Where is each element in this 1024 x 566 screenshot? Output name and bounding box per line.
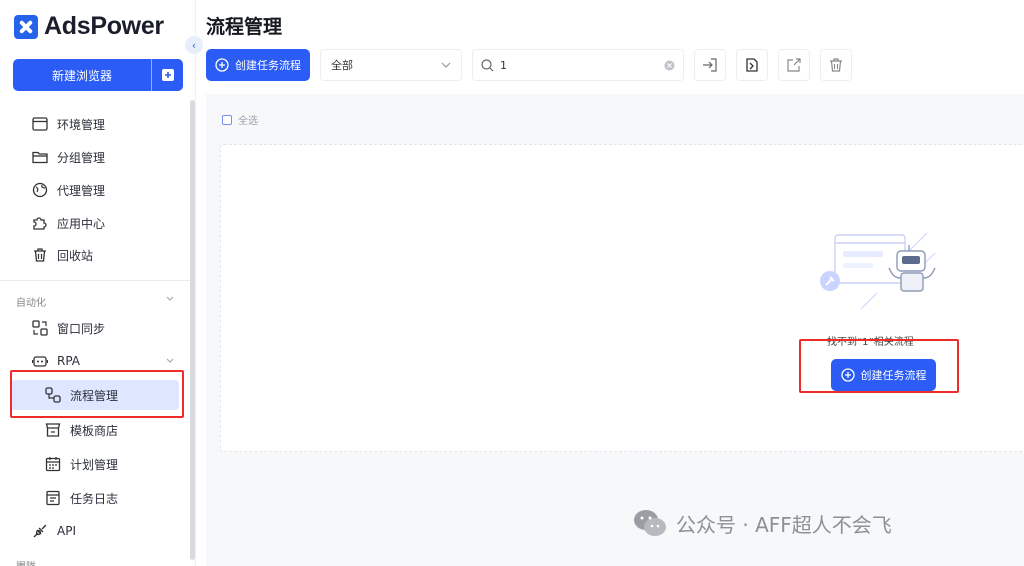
chevron-down-icon[interactable]: [166, 358, 174, 364]
sidebar-item-recycle-bin[interactable]: 回收站: [0, 241, 190, 269]
clear-icon[interactable]: [664, 60, 675, 71]
browser-window-icon: [32, 117, 48, 131]
select-all[interactable]: 全选: [222, 112, 258, 127]
import-from-file-button[interactable]: [736, 49, 768, 81]
search-icon: [481, 58, 494, 71]
sidebar-item-label: 代理管理: [57, 183, 106, 198]
new-browser-label[interactable]: 新建浏览器: [13, 59, 151, 91]
sidebar-scrollbar[interactable]: [190, 100, 195, 560]
sidebar: AdsPower 新建浏览器 环境管理 分组管理 代理管理 应用中心 回收站 自…: [0, 0, 196, 566]
store-icon: [45, 423, 61, 437]
brand-name: AdsPower: [44, 12, 164, 40]
puzzle-icon: [33, 217, 47, 230]
flow-list-area: 全选 找不到“1”相关流程 创建任务流程: [206, 94, 1024, 566]
file-import-icon: [746, 58, 758, 72]
chevron-down-icon[interactable]: [166, 296, 174, 302]
create-flow-button[interactable]: 创建任务流程: [206, 49, 310, 81]
log-icon: [46, 490, 60, 506]
calendar-icon: [45, 457, 61, 472]
sidebar-item-label: 模板商店: [70, 423, 119, 438]
collapse-sidebar-button[interactable]: ‹: [185, 36, 203, 54]
globe-icon: [32, 182, 48, 198]
sidebar-item-label: API: [57, 524, 76, 538]
sidebar-item-label: RPA: [57, 354, 81, 368]
app-window: AdsPower 新建浏览器 环境管理 分组管理 代理管理 应用中心 回收站 自…: [0, 0, 1024, 566]
sidebar-item-api[interactable]: API: [0, 517, 190, 545]
sidebar-item-schedule[interactable]: 计划管理: [0, 450, 190, 478]
team-section-title: 團隊: [16, 558, 36, 566]
sidebar-item-label: 窗口同步: [57, 321, 106, 336]
category-select[interactable]: 全部: [320, 49, 462, 81]
batch-add-icon[interactable]: [151, 59, 183, 91]
watermark-text: 公众号 · AFF超人不会飞: [676, 512, 892, 537]
trash-icon: [830, 58, 842, 72]
watermark: 公众号 · AFF超人不会飞: [632, 508, 892, 538]
robot-icon: [32, 356, 48, 367]
toolbar: 创建任务流程 全部 1: [206, 49, 852, 81]
sidebar-item-label: 计划管理: [70, 457, 119, 472]
import-button[interactable]: [694, 49, 726, 81]
wechat-icon: [634, 510, 666, 536]
sidebar-item-groups[interactable]: 分组管理: [0, 143, 190, 171]
sidebar-item-app-center[interactable]: 应用中心: [0, 209, 190, 237]
main-content: 流程管理 创建任务流程 全部 1 全选 找不到“1”相关流程 创建任务流程: [196, 0, 1024, 566]
import-icon: [703, 58, 717, 72]
sidebar-item-label: 应用中心: [57, 216, 106, 231]
folder-icon: [32, 151, 48, 164]
export-button[interactable]: [778, 49, 810, 81]
plus-circle-icon: [215, 58, 229, 72]
select-all-label: 全选: [238, 116, 258, 127]
chevron-down-icon: [441, 62, 451, 68]
sidebar-item-task-log[interactable]: 任务日志: [0, 484, 190, 512]
select-all-checkbox[interactable]: [222, 114, 232, 125]
adspower-logo-icon: [14, 14, 38, 39]
sync-windows-icon: [32, 320, 48, 336]
new-browser-button[interactable]: 新建浏览器: [13, 59, 183, 91]
search-input[interactable]: 1: [472, 49, 684, 81]
delete-button[interactable]: [820, 49, 852, 81]
category-select-value: 全部: [331, 59, 353, 72]
sidebar-item-label: 任务日志: [70, 491, 119, 506]
page-title: 流程管理: [206, 16, 283, 38]
sidebar-item-label: 环境管理: [57, 117, 106, 132]
trash-icon: [34, 248, 46, 262]
export-icon: [787, 58, 801, 72]
logo: AdsPower: [14, 12, 164, 41]
empty-robot-illustration-icon: [820, 232, 936, 310]
sidebar-item-label: 回收站: [57, 248, 94, 263]
sidebar-item-label: 分组管理: [57, 150, 106, 165]
sidebar-item-proxies[interactable]: 代理管理: [0, 176, 190, 204]
search-value: 1: [500, 58, 507, 72]
sidebar-divider: [0, 280, 190, 281]
create-flow-label: 创建任务流程: [235, 59, 301, 72]
highlight-annotation-box: [799, 339, 959, 393]
sidebar-item-window-sync[interactable]: 窗口同步: [0, 314, 190, 342]
automation-section-title: 自动化: [16, 298, 46, 309]
api-icon: [33, 524, 47, 538]
sidebar-item-template-store[interactable]: 模板商店: [0, 416, 190, 444]
sidebar-item-environments[interactable]: 环境管理: [0, 110, 190, 138]
empty-state-card: 找不到“1”相关流程 创建任务流程: [220, 144, 1024, 452]
highlight-annotation-box: [10, 370, 184, 418]
